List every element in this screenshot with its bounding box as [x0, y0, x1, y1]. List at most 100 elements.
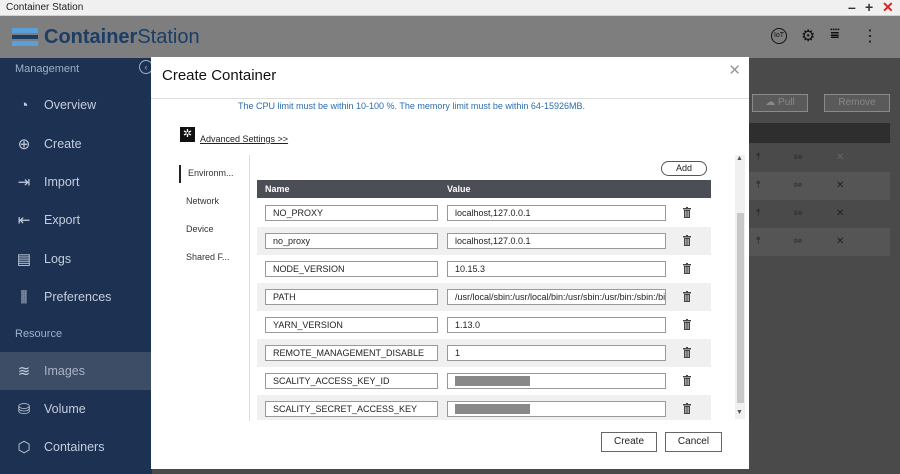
sidebar-item-label: Preferences — [44, 290, 112, 304]
run-icon[interactable]: ⇰ — [794, 236, 802, 247]
trash-icon[interactable] — [683, 319, 691, 330]
divider — [151, 98, 749, 99]
brand-light: Station — [137, 26, 200, 48]
env-value-input[interactable]: 1 — [447, 345, 666, 361]
trash-icon[interactable] — [683, 235, 691, 246]
settings-gear-icon: ✲ — [180, 127, 195, 142]
background-row — [748, 228, 890, 256]
env-name-input[interactable]: REMOTE_MANAGEMENT_DISABLE — [265, 345, 438, 361]
sidebar-item-overview[interactable]: ◔ Overview — [0, 86, 152, 124]
background-row — [748, 200, 890, 228]
minimize-button[interactable]: – — [848, 0, 856, 15]
brand-title: ContainerStation — [44, 26, 200, 49]
sliders-icon: ⫼ — [20, 288, 28, 306]
trash-icon[interactable] — [683, 403, 691, 414]
redacted-value — [455, 404, 530, 415]
env-value-input[interactable]: 1.13.0 — [447, 317, 666, 333]
sidebar-item-containers[interactable]: ⬡ Containers — [0, 428, 152, 466]
trash-icon[interactable] — [683, 207, 691, 218]
maximize-button[interactable]: + — [865, 0, 873, 15]
column-name-header: Name — [265, 184, 290, 194]
env-value-input[interactable]: /usr/local/sbin:/usr/local/bin:/usr/sbin… — [447, 289, 666, 305]
trash-icon[interactable] — [683, 291, 691, 302]
cube-icon: ⬡ — [17, 439, 31, 456]
table-header: Name Value — [257, 180, 711, 198]
env-value-input[interactable] — [447, 373, 666, 389]
window-titlebar: Container Station – + ✕ — [0, 0, 900, 16]
delete-x-icon[interactable]: ✕ — [836, 208, 844, 219]
env-value-input[interactable] — [447, 401, 666, 417]
sidebar-item-images[interactable]: ≋ Images — [0, 352, 152, 390]
background-row — [748, 144, 890, 172]
table-row: SCALITY_SECRET_ACCESS_KEY — [257, 395, 711, 420]
create-button[interactable]: Create — [601, 432, 657, 452]
stack-icon[interactable]: ⩸ — [830, 26, 840, 44]
env-value-input[interactable]: 10.15.3 — [447, 261, 666, 277]
scrollbar-thumb[interactable] — [737, 213, 744, 403]
trash-icon[interactable] — [683, 347, 691, 358]
env-name-input[interactable]: YARN_VERSION — [265, 317, 438, 333]
sidebar-item-label: Overview — [44, 98, 97, 112]
env-name-input[interactable]: no_proxy — [265, 233, 438, 249]
advanced-settings-link[interactable]: Advanced Settings >> — [200, 134, 288, 144]
sidebar-item-volume[interactable]: ⛁ Volume — [0, 390, 152, 428]
dialog-close-icon[interactable]: ✕ — [728, 61, 741, 79]
tab-shared-folders[interactable]: Shared F... — [179, 249, 230, 267]
trash-icon[interactable] — [683, 263, 691, 274]
sidebar-item-logs[interactable]: ▤ Logs — [0, 240, 152, 278]
upload-icon[interactable]: ⤒ — [756, 152, 760, 163]
run-icon[interactable]: ⇰ — [794, 152, 802, 163]
cloud-icon: ☁ — [765, 97, 779, 108]
more-vertical-icon[interactable]: ⋮ — [862, 26, 878, 46]
table-row: SCALITY_ACCESS_KEY_ID — [257, 367, 711, 395]
delete-x-icon[interactable]: ✕ — [836, 236, 844, 247]
iot-icon[interactable]: IoT — [771, 28, 787, 44]
cancel-button[interactable]: Cancel — [665, 432, 722, 452]
run-icon[interactable]: ⇰ — [794, 208, 802, 219]
remove-button-label: Remove — [838, 97, 876, 108]
delete-x-icon[interactable]: ✕ — [836, 180, 844, 191]
env-name-input[interactable]: SCALITY_SECRET_ACCESS_KEY — [265, 401, 438, 417]
sidebar-item-preferences[interactable]: ⫼ Preferences — [0, 278, 152, 316]
layers-icon: ≋ — [17, 363, 31, 380]
section-resource: Resource — [15, 328, 63, 340]
tab-device[interactable]: Device — [179, 221, 214, 239]
scroll-down-icon[interactable]: ▼ — [736, 409, 743, 416]
sidebar-item-export[interactable]: ⇤ Export — [0, 201, 152, 239]
env-name-input[interactable]: NODE_VERSION — [265, 261, 438, 277]
tab-environment[interactable]: Environm... — [179, 165, 234, 183]
tab-network[interactable]: Network — [179, 193, 219, 211]
delete-x-icon[interactable]: ✕ — [836, 152, 844, 163]
upload-icon[interactable]: ⤒ — [756, 208, 760, 219]
section-management: Management — [15, 63, 80, 75]
add-variable-button[interactable]: Add — [661, 161, 707, 176]
import-icon: ⇥ — [17, 174, 31, 191]
sidebar-item-label: Logs — [44, 252, 72, 266]
sidebar-item-create[interactable]: ⊕ Create — [0, 125, 152, 163]
remove-button[interactable]: Remove — [824, 94, 890, 112]
env-name-input[interactable]: PATH — [265, 289, 438, 305]
trash-icon[interactable] — [683, 375, 691, 386]
document-icon: ▤ — [16, 251, 32, 268]
env-name-input[interactable]: NO_PROXY — [265, 205, 438, 221]
env-value-input[interactable]: localhost,127.0.0.1 — [447, 233, 666, 249]
env-name-input[interactable]: SCALITY_ACCESS_KEY_ID — [265, 373, 438, 389]
run-icon[interactable]: ⇰ — [794, 180, 802, 191]
dialog-scrollbar[interactable]: ▲ ▼ — [735, 155, 745, 419]
plus-circle-icon: ⊕ — [17, 136, 31, 153]
dialog-title: Create Container — [162, 67, 277, 84]
upload-icon[interactable]: ⤒ — [756, 180, 760, 191]
sidebar: Management ‹ ◔ Overview ⊕ Create ⇥ Import ⇤… — [0, 58, 153, 474]
redacted-value — [455, 376, 530, 387]
column-value-header: Value — [447, 184, 471, 194]
background-table-header — [748, 123, 890, 143]
upload-icon[interactable]: ⤒ — [756, 236, 760, 247]
close-window-button[interactable]: ✕ — [882, 0, 894, 16]
sidebar-item-import[interactable]: ⇥ Import — [0, 163, 152, 201]
sidebar-item-label: Volume — [44, 402, 86, 416]
pull-button[interactable]: ☁ Pull — [752, 94, 808, 112]
env-value-input[interactable]: localhost,127.0.0.1 — [447, 205, 666, 221]
gear-icon[interactable]: ⚙ — [801, 26, 815, 46]
scroll-up-icon[interactable]: ▲ — [736, 155, 743, 162]
sidebar-item-label: Images — [44, 364, 85, 378]
